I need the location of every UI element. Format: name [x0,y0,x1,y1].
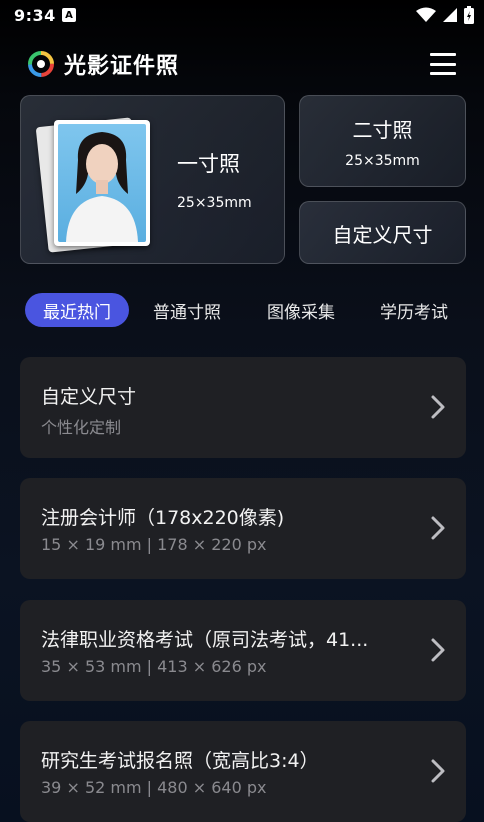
list-item[interactable]: 注册会计师（178x220像素) 15 × 19 mm | 178 × 220 … [20,478,466,579]
status-icons [416,6,474,24]
item-subtitle: 39 × 52 mm | 480 × 640 px [41,778,267,797]
battery-icon [464,6,474,24]
item-subtitle: 15 × 19 mm | 178 × 220 px [41,535,267,554]
custom-size-title: 自定义尺寸 [332,223,433,247]
hamburger-menu-icon[interactable] [430,53,456,75]
tab-academic-exam[interactable]: 学历考试 [380,298,448,323]
one-inch-title: 一寸照 [177,152,240,176]
two-inch-title: 二寸照 [352,118,413,142]
list-item[interactable]: 法律职业资格考试（原司法考试，41... 35 × 53 mm | 413 × … [20,600,466,701]
app-title: 光影证件照 [64,54,180,79]
chevron-right-icon [431,759,445,783]
notification-icon: A [62,8,76,22]
item-title: 自定义尺寸 [41,386,137,408]
item-subtitle: 35 × 53 mm | 413 × 626 px [41,657,267,676]
chevron-right-icon [431,638,445,662]
list-item[interactable]: 研究生考试报名照（宽高比3:4） 39 × 52 mm | 480 × 640 … [20,721,466,822]
wifi-icon [416,7,436,22]
item-title: 注册会计师（178x220像素) [41,507,285,529]
aperture-logo-icon [28,51,54,77]
item-title: 法律职业资格考试（原司法考试，41... [41,629,369,651]
one-inch-size: 25×35mm [177,195,252,211]
item-subtitle: 个性化定制 [41,418,122,437]
chevron-right-icon [431,395,445,419]
tab-normal-inch[interactable]: 普通寸照 [153,298,221,323]
item-title: 研究生考试报名照（宽高比3:4） [41,750,319,772]
tab-recent-hot[interactable]: 最近热门 [25,293,129,327]
list-item[interactable]: 自定义尺寸 个性化定制 [20,357,466,458]
two-inch-size: 25×35mm [345,153,420,169]
id-photo-preview [35,116,154,253]
chevron-right-icon [431,516,445,540]
status-time: 9:34 [14,6,56,25]
tab-image-capture[interactable]: 图像采集 [267,298,335,323]
signal-icon [443,8,457,22]
